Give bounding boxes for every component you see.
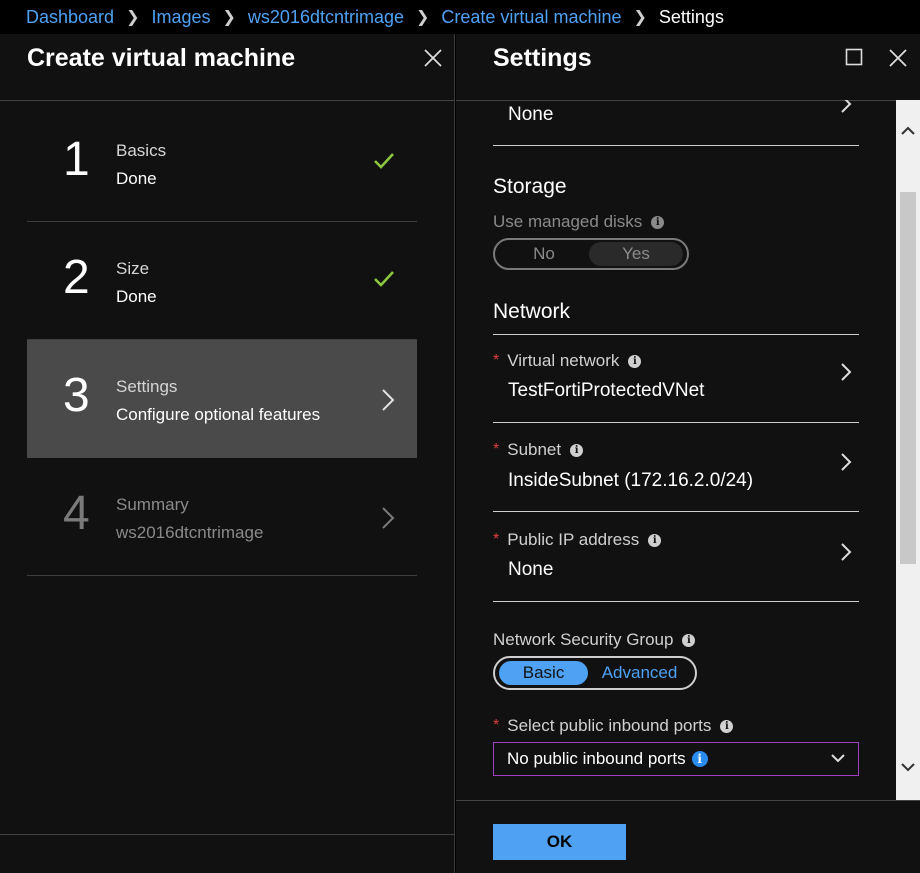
blade-title: Settings [493,44,592,72]
step-basics[interactable]: 1 Basics Done [27,104,417,222]
divider [493,145,859,146]
nsg-label: Network Security Group i [493,630,696,650]
step-title: Basics [116,141,167,160]
step-status: ws2016dtcntrimage [116,523,264,542]
nsg-advanced[interactable]: Advanced [588,661,691,685]
chevron-right-icon: ❯ [633,9,647,26]
virtual-network-label: * Virtual network i [493,351,642,371]
inbound-ports-label: * Select public inbound ports i [493,716,734,736]
step-settings[interactable]: 3 Settings Configure optional features [27,340,417,458]
required-asterisk: * [493,352,500,369]
step-status: Configure optional features [116,405,321,424]
divider [493,422,859,423]
step-title: Summary [116,495,189,514]
nsg-label-text: Network Security Group [493,630,674,649]
scroll-up-icon[interactable] [901,126,915,136]
chevron-right-icon[interactable] [840,100,852,114]
close-icon[interactable] [423,48,443,68]
settings-scroll-area: None Storage Use managed disks i No Yes … [456,100,896,800]
virtual-network-value[interactable]: TestFortiProtectedVNet [508,380,704,402]
managed-disks-label: Use managed disks i [493,212,665,232]
step-number: 3 [63,369,90,422]
managed-disks-toggle: No Yes [493,238,689,270]
ok-button[interactable]: OK [493,824,626,860]
scroll-down-icon[interactable] [901,762,915,772]
storage-heading: Storage [493,175,567,198]
chevron-right-icon[interactable] [840,362,852,382]
subnet-label: * Subnet i [493,440,584,460]
subnet-value[interactable]: InsideSubnet (172.16.2.0/24) [508,470,753,492]
public-ip-value[interactable]: None [508,559,553,581]
info-icon[interactable]: i [628,354,642,368]
chevron-right-icon[interactable] [840,542,852,562]
maximize-icon[interactable] [845,48,863,66]
step-title: Size [116,259,150,278]
checkmark-icon [374,153,394,169]
blade-title: Create virtual machine [27,44,296,72]
chevron-right-icon [382,389,395,411]
step-size[interactable]: 2 Size Done [27,222,417,340]
nsg-basic[interactable]: Basic [499,661,589,685]
breadcrumb: Dashboard ❯ Images ❯ ws2016dtcntrimage ❯… [0,0,920,34]
required-asterisk: * [493,717,500,734]
step-status: Done [116,287,157,306]
nsg-toggle: Basic Advanced [493,656,697,690]
step-number: 2 [63,251,90,304]
managed-disks-yes[interactable]: Yes [589,242,683,266]
step-summary[interactable]: 4 Summary ws2016dtcntrimage [27,458,417,576]
chevron-down-icon [831,754,845,763]
create-vm-blade: Create virtual machine 1 Basics Done 2 S… [0,34,455,873]
step-number: 4 [63,487,90,540]
breadcrumb-image[interactable]: ws2016dtcntrimage [248,7,404,28]
breadcrumb-images[interactable]: Images [151,7,210,28]
settings-blade: Settings None Storage Use managed disks … [456,34,920,873]
chevron-right-icon: ❯ [126,9,140,26]
chevron-right-icon: ❯ [416,9,430,26]
subnet-label-text: Subnet [507,440,562,459]
checkmark-icon [374,271,394,287]
inbound-ports-select[interactable]: No public inbound ports i [493,742,859,776]
info-icon[interactable]: i [651,215,665,229]
divider [493,511,859,512]
inbound-ports-value: No public inbound ports [507,749,686,768]
step-status: Done [116,169,157,188]
virtual-network-label-text: Virtual network [507,351,620,370]
info-icon[interactable]: i [570,443,584,457]
divider [0,100,455,101]
previous-field-value: None [508,104,554,125]
chevron-right-icon: ❯ [222,9,236,26]
required-asterisk: * [493,531,500,548]
breadcrumb-create-vm[interactable]: Create virtual machine [441,7,621,28]
breadcrumb-settings: Settings [658,6,724,27]
info-icon[interactable]: i [720,719,734,733]
managed-disks-no[interactable]: No [499,242,589,266]
step-title: Settings [116,377,178,396]
divider [0,834,455,835]
network-heading: Network [493,300,571,323]
divider [493,334,859,335]
required-asterisk: * [493,441,500,458]
chevron-right-icon[interactable] [840,452,852,472]
public-ip-label-text: Public IP address [507,530,640,549]
chevron-right-icon [382,507,395,529]
info-icon[interactable]: i [682,633,696,647]
breadcrumb-dashboard[interactable]: Dashboard [26,7,114,28]
divider [456,800,920,801]
public-ip-label: * Public IP address i [493,530,662,550]
scrollbar-thumb[interactable] [900,192,916,564]
inbound-ports-label-text: Select public inbound ports [507,716,712,735]
step-number: 1 [63,133,90,186]
vertical-scrollbar[interactable] [896,100,920,800]
close-icon[interactable] [888,48,908,68]
managed-disks-label-text: Use managed disks [493,212,643,231]
info-icon[interactable]: i [691,751,708,767]
info-icon[interactable]: i [648,533,662,547]
divider [493,601,859,602]
